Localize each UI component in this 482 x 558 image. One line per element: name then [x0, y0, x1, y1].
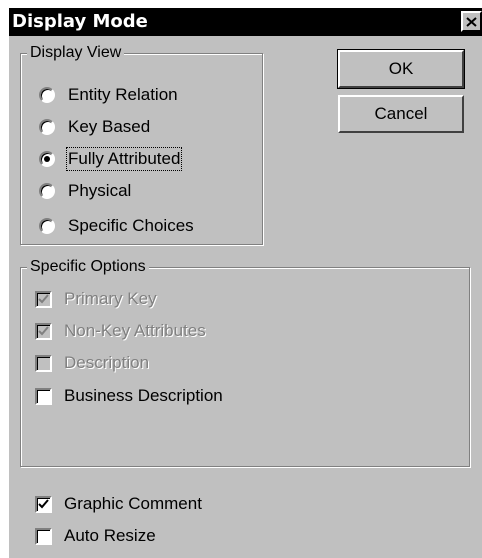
display-mode-dialog: Display Mode Display View Entity Relatio…	[9, 8, 482, 558]
radio-physical[interactable]: Physical	[39, 179, 131, 203]
checkmark-icon	[38, 499, 49, 509]
checkbox-non-key-attributes[interactable]: Non-Key Attributes	[35, 319, 206, 343]
checkbox[interactable]	[35, 387, 52, 405]
checkbox-graphic-comment[interactable]: Graphic Comment	[35, 492, 202, 516]
checkbox-primary-key[interactable]: Primary Key	[35, 287, 157, 311]
ok-button[interactable]: OK	[337, 49, 465, 89]
title-bar: Display Mode	[9, 8, 482, 36]
checkbox[interactable]	[35, 495, 52, 513]
radio-label: Specific Choices	[68, 216, 194, 235]
checkbox[interactable]	[35, 322, 52, 340]
checkbox-label: Business Description	[64, 386, 223, 405]
checkbox-business-description[interactable]: Business Description	[35, 384, 223, 408]
radio-label: Physical	[68, 181, 132, 200]
checkbox-description[interactable]: Description	[35, 351, 149, 375]
radio-entity-relation[interactable]: Entity Relation	[39, 83, 178, 107]
checkbox-label: Auto Resize	[64, 526, 156, 545]
checkbox-label: Primary Key	[64, 289, 157, 308]
radio-specific-choices[interactable]: Specific Choices	[39, 214, 194, 238]
close-icon	[466, 16, 477, 27]
radio-label: Key Based	[68, 117, 151, 136]
checkbox-auto-resize[interactable]: Auto Resize	[35, 524, 156, 548]
checkbox-label: Non-Key Attributes	[64, 321, 206, 340]
radio-label: Entity Relation	[68, 85, 178, 104]
radio-button[interactable]	[39, 119, 55, 135]
radio-label: Fully Attributed	[65, 147, 183, 171]
cancel-button[interactable]: Cancel	[338, 95, 464, 133]
radio-button[interactable]	[39, 218, 55, 234]
checkbox-label: Description	[64, 353, 150, 372]
dialog-title: Display Mode	[12, 11, 148, 32]
radio-button[interactable]	[39, 183, 55, 199]
checkmark-icon	[38, 326, 49, 336]
radio-button-selected[interactable]	[39, 151, 55, 167]
radio-button[interactable]	[39, 87, 55, 103]
radio-key-based[interactable]: Key Based	[39, 115, 150, 139]
checkmark-icon	[38, 294, 49, 304]
radio-fully-attributed[interactable]: Fully Attributed	[39, 147, 183, 171]
checkbox-label: Graphic Comment	[64, 494, 202, 513]
checkbox[interactable]	[35, 527, 52, 545]
specific-options-title: Specific Options	[27, 257, 149, 277]
radio-dot-icon	[44, 156, 50, 162]
display-view-title: Display View	[27, 43, 125, 63]
checkbox[interactable]	[35, 290, 52, 308]
close-button[interactable]	[461, 11, 482, 32]
checkbox[interactable]	[35, 354, 52, 372]
